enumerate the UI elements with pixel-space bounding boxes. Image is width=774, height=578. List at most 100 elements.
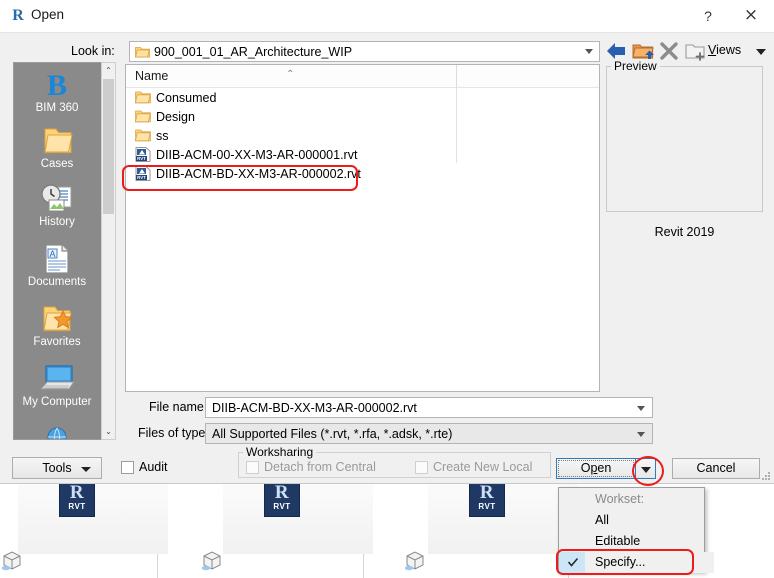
chevron-down-icon[interactable]: [756, 49, 766, 55]
my-computer-icon: [39, 365, 76, 390]
place-item-my-computer[interactable]: My Computer: [14, 363, 100, 408]
file-name-label: Consumed: [156, 90, 217, 105]
file-list-row-selected[interactable]: RVT DIIB-ACM-BD-XX-M3-AR-000002.rvt: [126, 164, 599, 183]
detach-from-central-checkbox[interactable]: [246, 461, 259, 474]
rvt-badge-text: RVT: [273, 502, 291, 511]
tools-button-label: Tools: [42, 461, 72, 475]
place-item-label: My Computer: [22, 396, 92, 408]
views-button[interactable]: Views: [708, 43, 741, 57]
places-scrollbar[interactable]: ⌃ ⌄: [101, 62, 116, 440]
svg-text:RVT: RVT: [137, 156, 146, 161]
rvt-badge-letter: R: [69, 482, 85, 503]
scroll-down-icon[interactable]: ⌄: [102, 424, 115, 439]
folder-icon: [134, 128, 153, 143]
file-list-row[interactable]: ss: [126, 126, 599, 145]
rvt-badge-text: RVT: [478, 502, 496, 511]
scroll-up-icon[interactable]: ⌃: [102, 63, 115, 78]
dialog-title-bar: R Open ? ×: [0, 0, 774, 32]
workset-dropdown-menu: Workset: All Editable Specify...: [558, 487, 714, 573]
place-item-favorites[interactable]: Favorites: [14, 303, 100, 348]
open-button-label: Open: [581, 461, 612, 475]
rvt-file-icon: R RVT: [264, 483, 300, 517]
bim360-icon: B: [47, 69, 67, 101]
column-header-name[interactable]: Name: [135, 69, 168, 83]
views-label-rest: iews: [716, 43, 742, 57]
place-item-label: Documents: [27, 276, 87, 288]
model-cube-icon: [202, 551, 221, 571]
place-item-partial[interactable]: [14, 423, 100, 439]
sort-ascending-icon: ⌃: [286, 69, 295, 80]
preview-legend: Preview: [611, 59, 660, 73]
rvt-file-icon: RVT: [135, 147, 153, 162]
scrollbar-thumb[interactable]: [103, 79, 114, 214]
revit-r-icon: R: [12, 7, 24, 24]
file-list-row[interactable]: Consumed: [126, 88, 599, 107]
chevron-down-icon[interactable]: [585, 49, 593, 54]
tools-button[interactable]: Tools: [12, 457, 102, 479]
files-of-type-value: All Supported Files (*.rvt, *.rfa, *.ads…: [212, 427, 453, 441]
files-of-type-select[interactable]: All Supported Files (*.rvt, *.rfa, *.ads…: [205, 423, 653, 444]
file-name-label: File name:: [149, 400, 208, 414]
chevron-down-icon: [81, 467, 91, 472]
rvt-file-icon: R RVT: [469, 483, 505, 517]
new-folder-icon[interactable]: [682, 38, 708, 64]
place-item-label: History: [39, 216, 75, 228]
favorites-star-folder-icon: [43, 306, 73, 332]
audit-checkbox[interactable]: [121, 461, 134, 474]
chevron-down-icon: [641, 467, 651, 473]
place-item-documents[interactable]: A Documents: [14, 243, 100, 288]
rvt-file-icon: RVT: [135, 166, 153, 181]
open-split-arrow-button[interactable]: [636, 458, 656, 479]
lookin-value: 900_001_01_AR_Architecture_WIP: [154, 45, 353, 59]
file-list-header: Name ⌃: [126, 65, 599, 88]
history-clock-icon: [41, 184, 72, 212]
resize-grip[interactable]: [762, 470, 772, 480]
place-item-bim360[interactable]: B BIM 360: [14, 67, 100, 114]
file-list-body: Consumed Design ss RVT DIIB-ACM-00-XX-M3…: [126, 88, 599, 183]
chevron-down-icon[interactable]: [637, 432, 645, 437]
chevron-down-icon[interactable]: [637, 406, 645, 411]
lookin-combobox[interactable]: 900_001_01_AR_Architecture_WIP: [129, 41, 600, 62]
svg-text:RVT: RVT: [137, 175, 146, 180]
worksharing-legend: Worksharing: [243, 445, 317, 459]
dialog-title: Open: [31, 7, 65, 22]
folder-icon: [134, 90, 153, 105]
place-item-history[interactable]: History: [14, 183, 100, 228]
open-button[interactable]: Open: [556, 458, 636, 479]
menu-item-editable[interactable]: Editable: [559, 531, 704, 552]
close-icon[interactable]: ×: [736, 4, 766, 28]
rvt-badge-letter: R: [479, 482, 495, 503]
menu-item-label: All: [595, 513, 609, 527]
create-new-local-label: Create New Local: [433, 460, 533, 474]
column-divider[interactable]: [456, 65, 457, 88]
menu-header-label: Workset:: [595, 492, 645, 506]
model-cube-icon: [2, 551, 21, 571]
file-name-label: DIIB-ACM-BD-XX-M3-AR-000002.rvt: [156, 166, 361, 181]
file-list-row[interactable]: RVT DIIB-ACM-00-XX-M3-AR-000001.rvt: [126, 145, 599, 164]
file-list[interactable]: Name ⌃ Consumed Design ss RVT DIIB-ACM-0…: [125, 64, 600, 392]
cancel-button[interactable]: Cancel: [672, 458, 760, 479]
file-name-value: DIIB-ACM-BD-XX-M3-AR-000002.rvt: [212, 401, 417, 415]
views-label-prefix: V: [708, 43, 717, 57]
file-name-label: DIIB-ACM-00-XX-M3-AR-000001.rvt: [156, 147, 358, 162]
rvt-badge-letter: R: [274, 482, 290, 503]
place-item-label: BIM 360: [35, 102, 79, 114]
files-of-type-label: Files of type:: [138, 426, 209, 440]
detach-from-central-label: Detach from Central: [264, 460, 376, 474]
menu-item-label: Editable: [595, 534, 641, 548]
file-name-label: Design: [156, 109, 195, 124]
file-list-row[interactable]: Design: [126, 107, 599, 126]
check-icon: [567, 557, 579, 567]
help-button[interactable]: ?: [694, 4, 722, 28]
documents-icon: A: [45, 244, 69, 274]
delete-x-icon[interactable]: [656, 38, 682, 64]
file-name-input[interactable]: DIIB-ACM-BD-XX-M3-AR-000002.rvt: [205, 397, 653, 418]
menu-item-specify[interactable]: Specify...: [559, 552, 714, 573]
preview-panel: [606, 66, 763, 212]
title-separator: [0, 32, 774, 33]
create-new-local-checkbox[interactable]: [415, 461, 428, 474]
rvt-badge-text: RVT: [68, 502, 86, 511]
network-globe-icon: [47, 427, 67, 439]
place-item-cases[interactable]: Cases: [14, 125, 100, 170]
menu-item-all[interactable]: All: [559, 510, 704, 531]
